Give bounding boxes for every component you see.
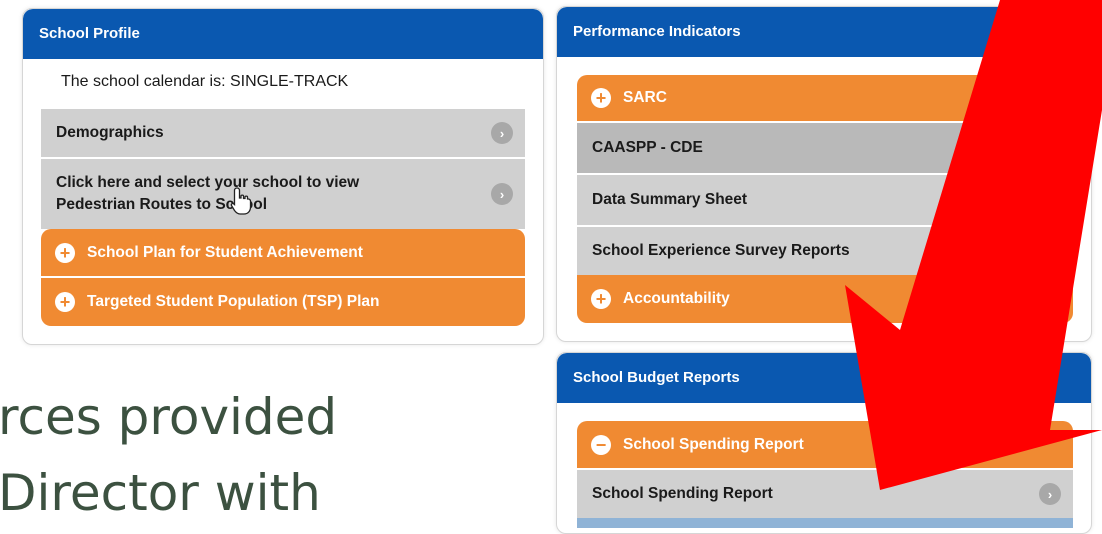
selected-row-strip bbox=[577, 518, 1073, 528]
red-arrow-icon bbox=[845, 0, 1102, 490]
